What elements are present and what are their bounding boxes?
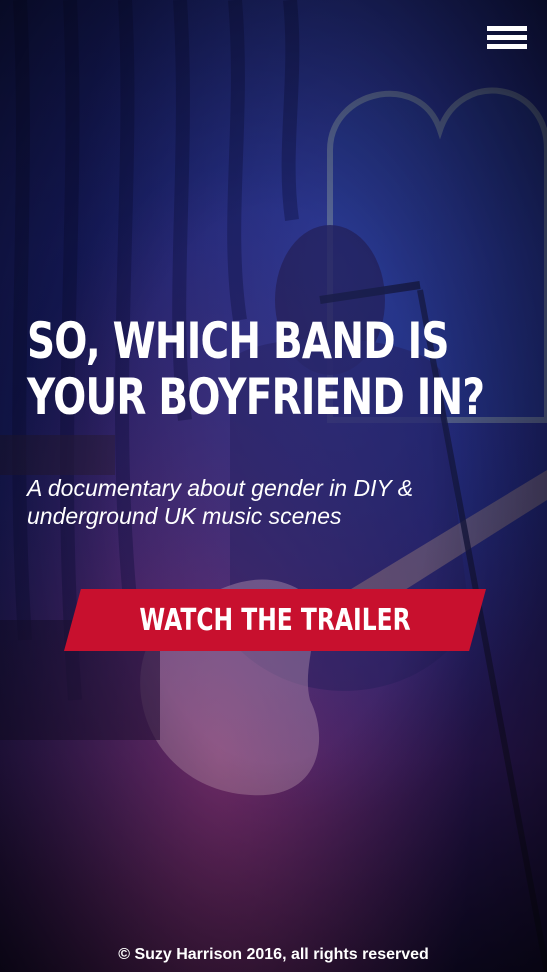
menu-bar-top — [487, 26, 527, 31]
hamburger-menu-icon[interactable] — [487, 26, 527, 50]
footer-copyright: © Suzy Harrison 2016, all rights reserve… — [118, 946, 429, 963]
page-title-line-2: YOUR BOYFRIEND IN? — [27, 368, 485, 426]
menu-bar-middle — [487, 35, 527, 40]
page-title-line-1: SO, WHICH BAND IS — [27, 312, 449, 370]
tagline: A documentary about gender in DIY & unde… — [27, 475, 414, 529]
watch-trailer-button[interactable]: WATCH THE TRAILER — [64, 589, 486, 651]
page-title: SO, WHICH BAND IS YOUR BOYFRIEND IN? — [27, 312, 485, 426]
menu-bar-bottom — [487, 44, 527, 49]
watch-trailer-label: WATCH THE TRAILER — [139, 602, 411, 638]
